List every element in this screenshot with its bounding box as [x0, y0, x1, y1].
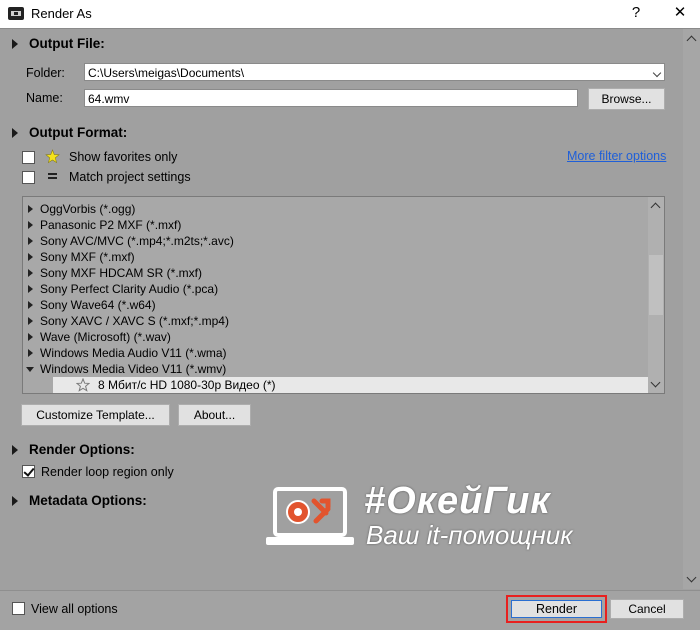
scroll-up-icon[interactable] — [650, 202, 661, 213]
list-item[interactable]: Sony AVC/MVC (*.mp4;*.m2ts;*.avc) — [23, 233, 649, 249]
customize-template-button[interactable]: Customize Template... — [21, 404, 170, 426]
template-label: 8 Мбит/с HD 1080-30p Видео (*) — [98, 378, 276, 392]
star-icon — [45, 149, 60, 164]
list-item[interactable]: Sony Wave64 (*.w64) — [23, 297, 649, 313]
loop-region-checkbox[interactable] — [22, 465, 35, 478]
star-outline-icon[interactable] — [76, 378, 90, 392]
render-options-title: Render Options: — [29, 442, 135, 457]
list-item-expanded[interactable]: Windows Media Video V11 (*.wmv) — [23, 361, 649, 377]
view-all-checkbox[interactable] — [12, 602, 25, 615]
folder-label: Folder: — [26, 66, 65, 80]
format-list-scrollbar[interactable] — [648, 197, 664, 393]
window-title: Render As — [31, 6, 92, 21]
view-all-label: View all options — [31, 602, 118, 616]
render-options-expand-icon[interactable] — [12, 445, 18, 455]
name-input[interactable]: 64.wmv — [84, 89, 578, 107]
list-item[interactable]: Sony XAVC / XAVC S (*.mxf;*.mp4) — [23, 313, 649, 329]
show-favorites-checkbox[interactable] — [22, 151, 35, 164]
cancel-button[interactable]: Cancel — [610, 599, 684, 619]
show-favorites-label: Show favorites only — [69, 150, 178, 164]
expand-arrow-icon[interactable] — [28, 333, 33, 341]
watermark-subtitle: Ваш it-помощник — [366, 520, 573, 550]
equals-icon — [48, 173, 57, 175]
expand-arrow-icon[interactable] — [28, 269, 33, 277]
list-item[interactable]: OggVorbis (*.ogg) — [23, 201, 649, 217]
list-item[interactable]: Sony Perfect Clarity Audio (*.pca) — [23, 281, 649, 297]
metadata-options-expand-icon[interactable] — [12, 496, 18, 506]
output-file-title: Output File: — [29, 36, 105, 51]
folder-value: C:\Users\meigas\Documents\ — [88, 66, 245, 80]
expand-arrow-icon[interactable] — [28, 285, 33, 293]
scroll-down-icon[interactable] — [650, 377, 661, 388]
help-button[interactable]: ? — [626, 3, 646, 23]
watermark-title: #ОкейГик — [364, 480, 551, 522]
list-item[interactable]: Panasonic P2 MXF (*.mxf) — [23, 217, 649, 233]
expand-arrow-icon[interactable] — [28, 349, 33, 357]
expand-arrow-icon[interactable] — [28, 221, 33, 229]
match-project-label: Match project settings — [69, 170, 191, 184]
title-bar: Render As ? ✕ — [0, 0, 700, 29]
render-button[interactable]: Render — [511, 600, 602, 618]
expand-arrow-icon[interactable] — [28, 205, 33, 213]
list-item[interactable]: Wave (Microsoft) (*.wav) — [23, 329, 649, 345]
match-project-checkbox[interactable] — [22, 171, 35, 184]
about-button[interactable]: About... — [178, 404, 251, 426]
chevron-down-icon[interactable] — [652, 68, 662, 78]
output-file-expand-icon[interactable] — [12, 39, 18, 49]
name-label: Name: — [26, 91, 63, 105]
expand-arrow-icon[interactable] — [28, 237, 33, 245]
scroll-thumb[interactable] — [649, 255, 663, 315]
more-filter-options-link[interactable]: More filter options — [567, 149, 666, 163]
output-format-expand-icon[interactable] — [12, 128, 18, 138]
render-highlight: Render — [506, 595, 607, 623]
expand-arrow-icon[interactable] — [28, 253, 33, 261]
expand-arrow-icon[interactable] — [28, 317, 33, 325]
folder-dropdown[interactable]: C:\Users\meigas\Documents\ — [84, 63, 665, 81]
expand-arrow-icon[interactable] — [28, 301, 33, 309]
list-item[interactable]: Sony MXF (*.mxf) — [23, 249, 649, 265]
dialog-scrollbar[interactable] — [683, 29, 700, 589]
app-icon — [8, 7, 24, 20]
list-item[interactable]: Windows Media Audio V11 (*.wma) — [23, 345, 649, 361]
close-button[interactable]: ✕ — [668, 3, 692, 23]
browse-button[interactable]: Browse... — [588, 88, 665, 110]
loop-region-label: Render loop region only — [41, 465, 174, 479]
watermark-laptop-icon — [266, 487, 354, 545]
output-format-title: Output Format: — [29, 125, 128, 140]
collapse-arrow-icon[interactable] — [26, 367, 34, 372]
template-item[interactable]: 8 Мбит/с HD 1080-30p Видео (*) — [53, 377, 649, 393]
metadata-options-title: Metadata Options: — [29, 493, 147, 508]
list-item[interactable]: Sony MXF HDCAM SR (*.mxf) — [23, 265, 649, 281]
scroll-down-icon[interactable] — [686, 572, 697, 583]
format-list[interactable]: OggVorbis (*.ogg) Panasonic P2 MXF (*.mx… — [22, 196, 665, 394]
scroll-up-icon[interactable] — [686, 35, 697, 46]
